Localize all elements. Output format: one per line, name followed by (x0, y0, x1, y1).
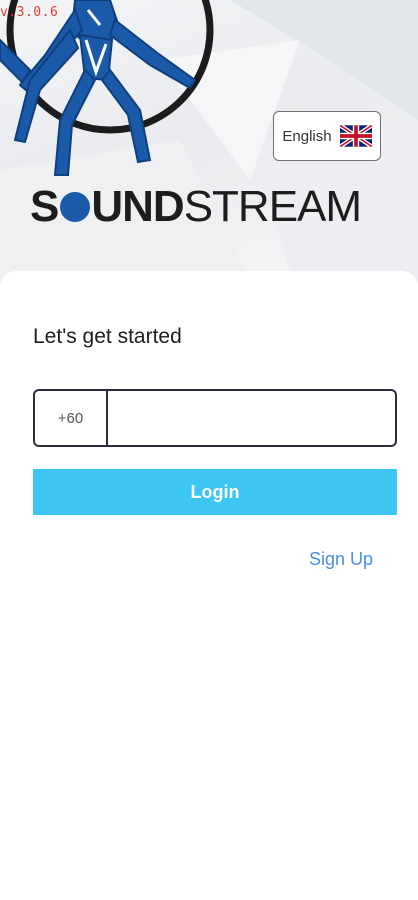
login-card (0, 271, 418, 900)
language-selector[interactable]: English (273, 111, 381, 161)
version-label: v.3.0.6 (0, 5, 59, 20)
brand-letter-s: S (30, 182, 59, 231)
country-code-selector[interactable]: +60 (35, 391, 108, 445)
uk-flag-icon (339, 125, 372, 147)
language-label: English (282, 127, 332, 145)
login-button[interactable]: Login (33, 469, 397, 515)
brand-und: UND (91, 182, 184, 231)
spider-logo-icon (0, 0, 214, 176)
brand-wordmark: S UND STREAM (30, 182, 362, 231)
brand-dot-icon (60, 192, 91, 222)
header-banner: v.3.0.6 English S UND STREAM (0, 0, 418, 300)
brand-stream: STREAM (183, 182, 362, 231)
phone-input[interactable] (108, 391, 395, 445)
phone-field: +60 (33, 389, 397, 447)
page-title: Let's get started (33, 325, 182, 348)
signup-link[interactable]: Sign Up (309, 549, 373, 570)
